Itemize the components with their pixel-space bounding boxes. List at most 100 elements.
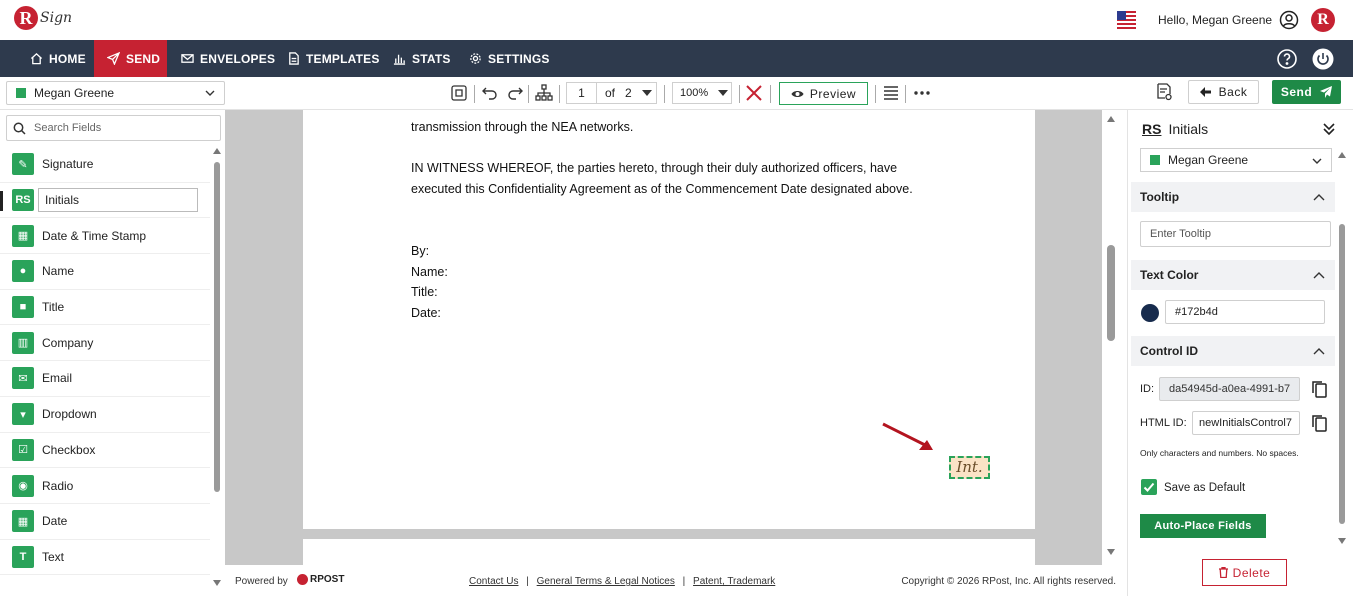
- initials-field-placed[interactable]: Int.: [949, 456, 990, 479]
- scroll-down-icon[interactable]: [213, 580, 221, 586]
- document-page-2[interactable]: [303, 539, 1035, 565]
- field-signature[interactable]: ✎ Signature: [0, 147, 210, 183]
- text-color-section-header[interactable]: Text Color: [1131, 260, 1335, 290]
- field-email[interactable]: ✉ Email: [0, 361, 210, 397]
- page-current-input[interactable]: 1: [567, 83, 597, 103]
- scroll-down-icon[interactable]: [1107, 549, 1115, 555]
- field-dropdown[interactable]: ▾ Dropdown: [0, 397, 210, 433]
- doc-line: IN WITNESS WHEREOF, the parties hereto, …: [411, 161, 898, 175]
- check-icon: [1143, 482, 1155, 492]
- field-checkbox[interactable]: ☑ Checkbox: [0, 433, 210, 469]
- save-default-label: Save as Default: [1164, 482, 1246, 494]
- nav-templates-label: TEMPLATES: [306, 51, 380, 66]
- footer-separator: |: [526, 576, 529, 587]
- redo-icon[interactable]: [506, 84, 524, 102]
- power-icon[interactable]: [1312, 48, 1334, 70]
- property-recipient-select[interactable]: Megan Greene: [1140, 148, 1332, 172]
- fields-scrollbar[interactable]: [213, 148, 221, 588]
- field-label: Title: [42, 300, 65, 315]
- page-navigator[interactable]: 1 of 2: [566, 82, 657, 104]
- rpost-logo-text: RPOST: [310, 574, 345, 585]
- us-flag-icon[interactable]: [1117, 11, 1136, 29]
- caret-down-icon: [641, 90, 652, 96]
- delete-button[interactable]: Delete: [1202, 559, 1287, 586]
- document-page[interactable]: transmission through the NEA networks. I…: [303, 110, 1035, 529]
- field-label: Email: [42, 371, 73, 386]
- chevron-down-icon: [205, 90, 215, 96]
- field-label: Signature: [42, 157, 94, 172]
- document-settings-icon[interactable]: [1155, 83, 1173, 101]
- rsign-logo[interactable]: R Sign: [14, 6, 72, 30]
- field-radio[interactable]: ◉ Radio: [0, 468, 210, 504]
- document-viewer: transmission through the NEA networks. I…: [225, 110, 1102, 565]
- paper-plane-icon: [1320, 86, 1333, 98]
- rpost-avatar[interactable]: R: [1311, 8, 1335, 32]
- more-options-icon[interactable]: [913, 84, 931, 102]
- save-default-checkbox[interactable]: [1141, 479, 1157, 495]
- nav-stats[interactable]: STATS: [393, 40, 451, 77]
- scroll-up-icon[interactable]: [1107, 116, 1115, 122]
- user-profile-icon[interactable]: [1279, 10, 1299, 30]
- preview-button[interactable]: Preview: [779, 82, 868, 105]
- doc-date-label: Date:: [411, 306, 441, 320]
- scroll-thumb[interactable]: [1339, 224, 1345, 524]
- terms-link[interactable]: General Terms & Legal Notices: [537, 576, 675, 587]
- main-nav: HOME SEND ENVELOPES TEMPLATES STATS SETT…: [0, 40, 1353, 77]
- field-date[interactable]: ▦ Date: [0, 504, 210, 540]
- delete-all-x-icon[interactable]: [745, 84, 763, 102]
- double-chevron-down-icon[interactable]: [1322, 122, 1336, 136]
- nav-settings[interactable]: SETTINGS: [469, 40, 550, 77]
- scroll-up-icon[interactable]: [213, 148, 221, 154]
- nav-envelopes[interactable]: ENVELOPES: [181, 40, 275, 77]
- nav-home[interactable]: HOME: [22, 40, 94, 77]
- text-color-swatch[interactable]: [1141, 304, 1159, 322]
- building-icon: ▥: [12, 331, 34, 354]
- field-label: Date & Time Stamp: [42, 228, 147, 243]
- search-fields-input[interactable]: Search Fields: [6, 115, 221, 141]
- text-color-input[interactable]: #172b4d: [1165, 300, 1325, 324]
- field-initials[interactable]: RS Initials: [0, 183, 210, 219]
- radio-icon: ◉: [12, 474, 34, 497]
- copy-icon[interactable]: [1311, 380, 1327, 398]
- control-id-section-header[interactable]: Control ID: [1131, 336, 1335, 366]
- top-bar: R Sign Hello, Megan Greene R: [0, 0, 1353, 40]
- calendar-clock-icon: ▦: [12, 224, 34, 247]
- tooltip-input[interactable]: Enter Tooltip: [1140, 221, 1331, 247]
- copyright-text: Copyright © 2026 RPost, Inc. All rights …: [901, 576, 1116, 587]
- scroll-thumb[interactable]: [214, 162, 220, 492]
- copy-icon[interactable]: [1311, 414, 1327, 432]
- field-name[interactable]: ● Name: [0, 254, 210, 290]
- contact-us-link[interactable]: Contact Us: [469, 576, 518, 587]
- field-company[interactable]: ▥ Company: [0, 325, 210, 362]
- help-icon[interactable]: [1276, 48, 1298, 70]
- scroll-up-icon[interactable]: [1338, 152, 1346, 158]
- auto-place-fields-button[interactable]: Auto-Place Fields: [1140, 514, 1266, 538]
- zoom-select[interactable]: 100%: [672, 82, 732, 104]
- nav-send[interactable]: SEND: [94, 40, 167, 77]
- fit-page-icon[interactable]: [450, 84, 468, 102]
- field-date-time-stamp[interactable]: ▦ Date & Time Stamp: [0, 218, 210, 255]
- footer-separator: |: [682, 576, 686, 587]
- nav-templates[interactable]: TEMPLATES: [287, 40, 380, 77]
- doc-line: transmission through the NEA networks.: [411, 120, 634, 134]
- recipient-select[interactable]: Megan Greene: [6, 81, 225, 105]
- properties-scrollbar[interactable]: [1337, 148, 1347, 548]
- document-scrollbar[interactable]: [1103, 110, 1119, 565]
- align-icon[interactable]: [882, 84, 900, 102]
- chevron-up-icon: [1313, 348, 1325, 355]
- undo-icon[interactable]: [481, 84, 499, 102]
- scroll-down-icon[interactable]: [1338, 538, 1346, 544]
- html-id-input[interactable]: newInitialsControl7: [1192, 411, 1300, 435]
- doc-by-label: By:: [411, 244, 430, 258]
- hierarchy-icon[interactable]: [535, 84, 553, 102]
- scroll-thumb[interactable]: [1107, 245, 1115, 341]
- field-title[interactable]: ■ Title: [0, 290, 210, 326]
- toolbar-divider: [528, 85, 529, 103]
- patent-link[interactable]: Patent, Trademark: [693, 576, 775, 587]
- field-text[interactable]: T Text: [0, 540, 210, 576]
- properties-panel: RS Initials Megan Greene Tooltip Enter T…: [1127, 110, 1353, 596]
- back-button[interactable]: Back: [1188, 80, 1259, 104]
- tooltip-section-header[interactable]: Tooltip: [1131, 182, 1335, 212]
- toolbar-divider: [474, 85, 475, 103]
- send-button[interactable]: Send: [1272, 80, 1341, 104]
